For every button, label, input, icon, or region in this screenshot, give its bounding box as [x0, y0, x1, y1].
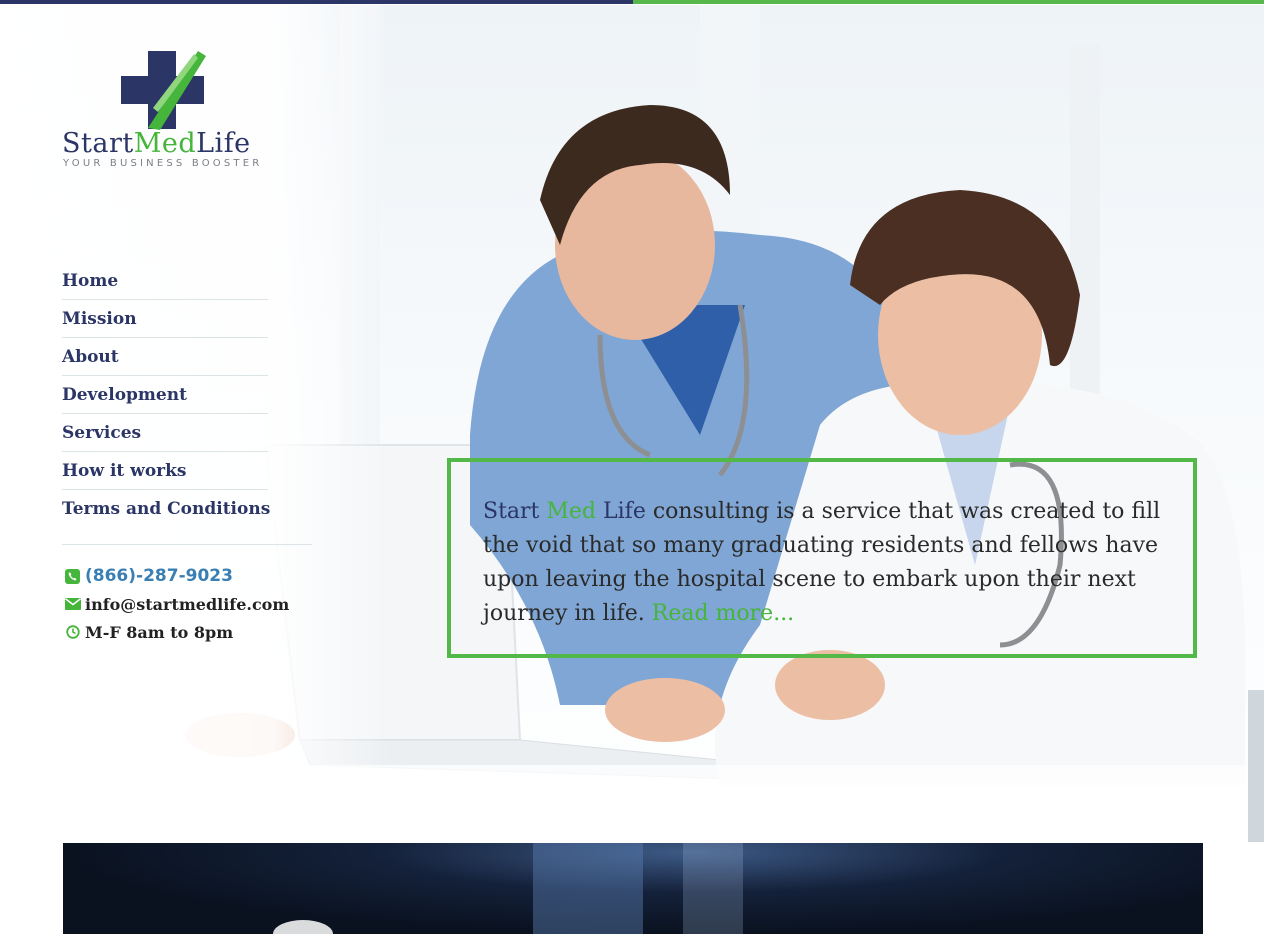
- logo-tagline: YOUR BUSINESS BOOSTER: [63, 158, 263, 169]
- intro-brand-life: Life: [603, 499, 646, 524]
- nav-link-mission[interactable]: Mission: [62, 309, 137, 329]
- contact-phone-row[interactable]: (866)-287-9023: [64, 562, 289, 590]
- read-more-link[interactable]: Read more...: [652, 601, 794, 626]
- contact-phone[interactable]: (866)-287-9023: [85, 566, 233, 586]
- scrollbar[interactable]: [1248, 690, 1264, 842]
- medical-cross-logo-icon: [121, 51, 206, 130]
- nav-item-terms[interactable]: Terms and Conditions: [62, 490, 270, 527]
- contact-info: (866)-287-9023 info@startmedlife.com M-F…: [64, 562, 289, 646]
- phone-icon: [64, 568, 81, 585]
- scrollbar-thumb[interactable]: [1248, 690, 1264, 842]
- nav-link-how-it-works[interactable]: How it works: [62, 461, 186, 481]
- banner-illustration: [273, 843, 743, 934]
- contact-divider: [62, 544, 312, 545]
- intro-brand-start: Start: [483, 499, 540, 524]
- secondary-banner-image: [63, 843, 1203, 934]
- intro-brand-med: Med: [546, 499, 597, 524]
- nav-link-services[interactable]: Services: [62, 423, 141, 443]
- nav-item-about[interactable]: About: [62, 338, 268, 376]
- contact-hours: M-F 8am to 8pm: [85, 622, 234, 642]
- top-accent-green: [633, 0, 1264, 4]
- logo-wordmark: StartMedLife: [62, 128, 251, 159]
- intro-text: Start Med Life consulting is a service t…: [483, 495, 1163, 631]
- nav-item-how-it-works[interactable]: How it works: [62, 452, 268, 490]
- clock-icon: [64, 624, 81, 641]
- nav-link-home[interactable]: Home: [62, 271, 118, 291]
- intro-callout: Start Med Life consulting is a service t…: [447, 458, 1197, 658]
- nav-item-home[interactable]: Home: [62, 262, 268, 300]
- contact-email-row[interactable]: info@startmedlife.com: [64, 590, 289, 618]
- nav-item-mission[interactable]: Mission: [62, 300, 268, 338]
- contact-hours-row: M-F 8am to 8pm: [64, 618, 289, 646]
- nav-link-terms[interactable]: Terms and Conditions: [62, 499, 270, 519]
- nav-link-about[interactable]: About: [62, 347, 119, 367]
- nav-link-development[interactable]: Development: [62, 385, 187, 405]
- contact-email[interactable]: info@startmedlife.com: [85, 595, 289, 614]
- envelope-icon: [64, 596, 81, 613]
- nav-item-development[interactable]: Development: [62, 376, 268, 414]
- top-accent-navy: [0, 0, 633, 4]
- site-logo[interactable]: StartMedLife YOUR BUSINESS BOOSTER: [60, 48, 275, 173]
- main-nav: Home Mission About Development Services …: [62, 262, 270, 527]
- nav-item-services[interactable]: Services: [62, 414, 268, 452]
